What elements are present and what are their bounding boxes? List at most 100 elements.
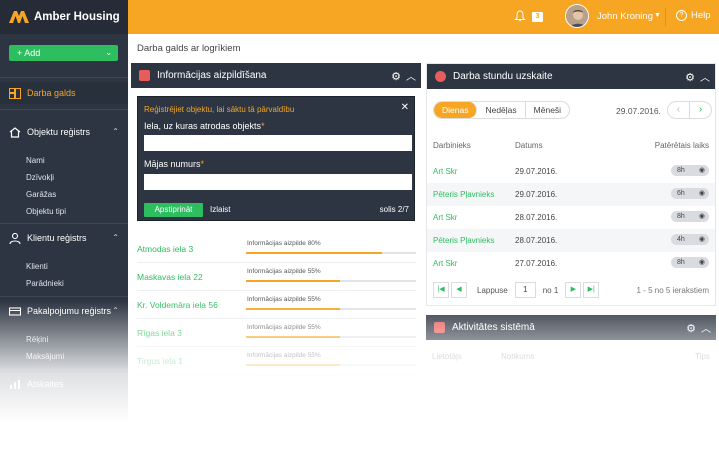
list-item: Maskavas iela 22 Informācijas aizpilde 5… (137, 263, 416, 291)
eye-icon: ◉ (698, 167, 705, 174)
row-date: 28.07.2016. (515, 236, 558, 245)
time-value: 6h (677, 190, 685, 197)
panel-title: Darba stundu uzskaite (453, 71, 553, 82)
caret-down-icon[interactable]: ▼ (654, 12, 661, 19)
sidebar-item-services[interactable]: Pakalpojumu reģistrs ⌃ (0, 300, 128, 322)
chevron-up-icon[interactable]: ︿ (701, 320, 711, 335)
period-tabs: Dienas Nedēļas Mēneši (433, 101, 571, 119)
address-link[interactable]: Maskavas iela 22 (137, 272, 203, 282)
page-input[interactable]: 1 (514, 282, 536, 298)
house-number-input[interactable] (144, 174, 412, 190)
address-link[interactable]: Kr. Voldemāra iela 56 (137, 300, 218, 310)
close-icon[interactable]: ✕ (401, 102, 409, 113)
required-mark: * (261, 121, 265, 131)
chevron-up-icon[interactable]: ︿ (406, 68, 416, 83)
chevron-up-icon: ⌃ (112, 306, 119, 315)
app-root: Amber Housing + Add ⌄ Darba galds Objekt… (0, 0, 719, 463)
help-link[interactable]: ? Help (676, 10, 711, 21)
add-button-label: + Add (17, 48, 41, 58)
records-info: 1 - 5 no 5 ierakstiem (636, 286, 709, 295)
tab-days[interactable]: Dienas (434, 102, 478, 118)
sidebar-item-dashboard[interactable]: Darba galds (0, 82, 128, 104)
worker-link[interactable]: Art Skr (433, 167, 457, 176)
time-value: 8h (677, 259, 685, 266)
sidebar-subitem[interactable]: Nami (26, 156, 45, 165)
chevron-right-icon[interactable]: › (690, 102, 711, 118)
worker-link[interactable]: Art Skr (433, 259, 457, 268)
progress-text: Informācijas aizpilde 55% (247, 296, 321, 303)
panel-title: Aktivitātes sistēmā (452, 322, 535, 333)
clock-icon (435, 71, 446, 82)
eye-icon: ◉ (698, 259, 705, 266)
column-header: Tips (695, 352, 710, 361)
skip-link[interactable]: Izlaist (210, 205, 230, 214)
sidebar-item-objects[interactable]: Objektu reģistrs ⌃ (0, 121, 128, 143)
worker-link[interactable]: Pēteris Pļavnieks (433, 190, 494, 199)
tab-months[interactable]: Mēneši (526, 102, 569, 118)
sidebar-item-reports[interactable]: Atskaites (0, 373, 128, 395)
next-page-icon[interactable]: ▶ (565, 282, 582, 298)
confirm-button[interactable]: Apstiprināt (144, 203, 203, 217)
add-button[interactable]: + Add ⌄ (9, 45, 118, 61)
time-value: 8h (677, 167, 685, 174)
sidebar-subitem[interactable]: Garāžas (26, 190, 56, 199)
time-value: 4h (677, 236, 685, 243)
avatar[interactable] (565, 4, 589, 28)
chevron-down-icon: ⌄ (105, 48, 112, 57)
worker-link[interactable]: Pēteris Pļavnieks (433, 236, 494, 245)
sidebar-item-clients[interactable]: Klientu reģistrs ⌃ (0, 227, 128, 249)
progress-text: Informācijas aizpilde 55% (247, 324, 321, 331)
gear-icon[interactable]: ⚙ (685, 71, 695, 84)
street-input[interactable] (144, 135, 412, 151)
sidebar-subitem[interactable]: Rēķini (26, 335, 48, 344)
chevron-left-icon[interactable]: ‹ (668, 102, 690, 118)
time-badge[interactable]: 6h ◉ (671, 188, 709, 199)
brand[interactable]: Amber Housing (0, 0, 128, 34)
progress-bar (246, 280, 416, 282)
divider (0, 77, 128, 78)
chevron-up-icon[interactable]: ︿ (700, 69, 710, 84)
last-page-icon[interactable]: ▶| (583, 282, 600, 298)
progress-fill (246, 336, 340, 338)
column-header: Datums (515, 141, 543, 150)
divider (0, 369, 128, 370)
sidebar-subitem[interactable]: Maksājumi (26, 352, 64, 361)
prev-page-icon[interactable]: ◀ (451, 282, 467, 298)
sidebar-item-label: Darba galds (27, 88, 76, 98)
table-row: Art Skr 28.07.2016. 8h ◉ (427, 206, 715, 229)
address-link[interactable]: Atmodas iela 3 (137, 244, 193, 254)
notification-badge[interactable]: 3 (532, 12, 543, 22)
form-icon (139, 70, 150, 81)
work-hours-panel: Darba stundu uzskaite ⚙ ︿ Dienas Nedēļas… (426, 63, 716, 306)
time-badge[interactable]: 8h ◉ (671, 257, 709, 268)
sidebar-subitem[interactable]: Dzīvokļi (26, 173, 54, 182)
sidebar-subitem[interactable]: Klienti (26, 262, 48, 271)
sidebar-item-label: Pakalpojumu reģistrs (27, 306, 112, 316)
gear-icon[interactable]: ⚙ (391, 70, 401, 83)
address-link[interactable]: Tirgus iela 1 (137, 356, 183, 366)
sidebar-item-label: Klientu reģistrs (27, 233, 87, 243)
gear-icon[interactable]: ⚙ (686, 322, 696, 335)
user-name[interactable]: John Kroning (597, 11, 653, 22)
panel-title: Informācijas aizpildīšana (157, 70, 267, 81)
tab-weeks[interactable]: Nedēļas (477, 102, 526, 118)
table-row: Art Skr 27.07.2016. 8h ◉ (427, 252, 715, 275)
first-page-icon[interactable]: |◀ (433, 282, 449, 298)
house-label-text: Mājas numurs (144, 159, 201, 169)
sidebar-subitem[interactable]: Objektu tipi (26, 207, 66, 216)
time-value: 8h (677, 213, 685, 220)
bell-icon[interactable] (514, 10, 526, 22)
sidebar-subitem[interactable]: Parādnieki (26, 279, 64, 288)
column-header: Darbinieks (433, 141, 471, 150)
time-badge[interactable]: 8h ◉ (671, 211, 709, 222)
chevron-up-icon: ⌃ (112, 127, 119, 136)
list-item: Tirgus iela 1 Informācijas aizpilde 55% (137, 347, 416, 375)
column-header: Patērētais laiks (654, 141, 709, 150)
time-badge[interactable]: 8h ◉ (671, 165, 709, 176)
card-icon (9, 306, 21, 316)
address-link[interactable]: Rīgas iela 3 (137, 328, 182, 338)
progress-fill (246, 252, 382, 254)
worker-link[interactable]: Art Skr (433, 213, 457, 222)
time-badge[interactable]: 4h ◉ (671, 234, 709, 245)
activity-panel: Aktivitātes sistēmā ⚙ ︿ Lietotājs Notiku… (426, 315, 716, 463)
